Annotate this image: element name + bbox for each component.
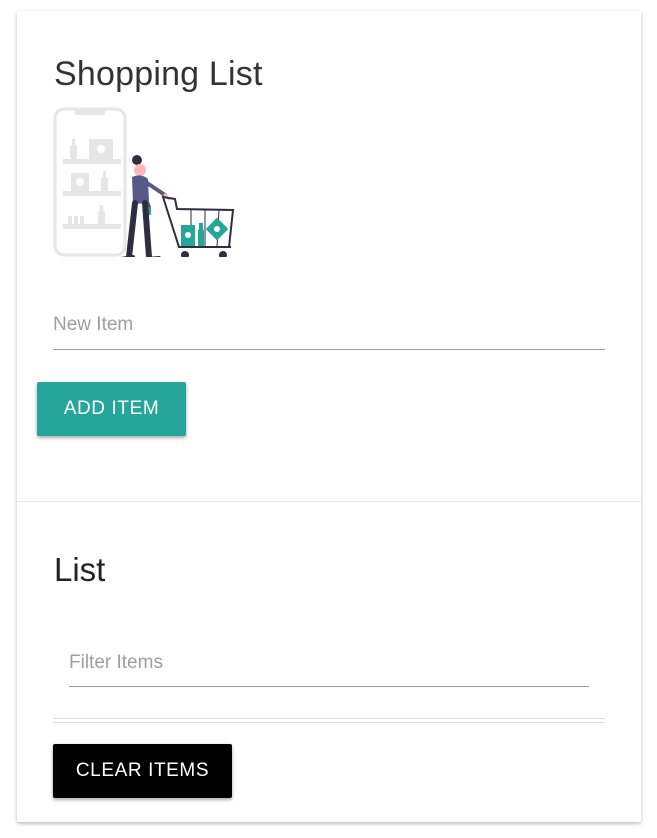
shopping-cart-illustration-icon <box>53 107 235 257</box>
item-list <box>53 718 605 723</box>
filter-field-wrapper <box>69 639 589 687</box>
list-title: List <box>54 551 106 588</box>
shopping-list-card: Shopping List New Item ADD ITEM List Fil… <box>17 11 641 822</box>
section-divider <box>17 501 641 502</box>
filter-items-input[interactable] <box>69 639 589 686</box>
new-item-input[interactable] <box>53 301 605 349</box>
new-item-field-wrapper <box>53 301 605 350</box>
add-item-button[interactable]: ADD ITEM <box>37 382 186 436</box>
page-title: Shopping List <box>54 55 263 93</box>
clear-items-button[interactable]: CLEAR ITEMS <box>53 744 232 798</box>
